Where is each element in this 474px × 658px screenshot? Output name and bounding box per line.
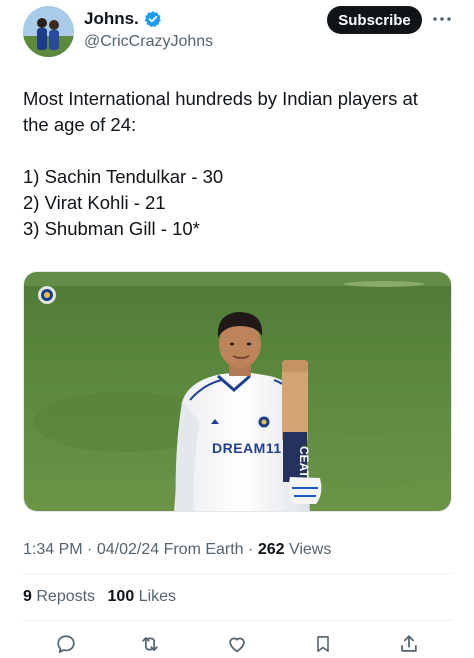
engagement-stats: 9 Reposts 100 Likes (23, 587, 176, 607)
share-icon[interactable] (396, 632, 422, 656)
jersey-sponsor-text: DREAM11 (212, 440, 282, 456)
tweet-line: 3) Shubman Gill - 10* (23, 218, 200, 239)
views-label: Views (288, 541, 332, 558)
reposts-count: 9 (23, 588, 32, 605)
repost-icon[interactable] (137, 632, 163, 656)
bat-sticker-text: CEAT (297, 446, 311, 478)
more-horizontal-icon[interactable] (431, 12, 453, 26)
avatar[interactable] (23, 6, 74, 57)
tweet-line: Most International hundreds by Indian pl… (23, 88, 418, 109)
divider (23, 573, 452, 574)
bookmark-icon[interactable] (310, 632, 336, 656)
author-name-row[interactable]: Johns. (84, 9, 162, 29)
meta-separator: · (87, 541, 97, 558)
tweet-line: the age of 24: (23, 114, 137, 135)
tweet-meta: 1:34 PM · 04/02/24 From Earth · 262 View… (23, 540, 331, 560)
tweet-line: 2) Virat Kohli - 21 (23, 192, 166, 213)
reposts-label: Reposts (36, 588, 96, 605)
views-count: 262 (257, 541, 285, 558)
tweet-time[interactable]: 1:34 PM (23, 541, 83, 558)
tweet-date[interactable]: 04/02/24 (97, 541, 159, 558)
tweet-line: 1) Sachin Tendulkar - 30 (23, 166, 224, 187)
meta-separator: · (248, 541, 258, 558)
reposts-stat[interactable]: 9 Reposts (23, 588, 95, 605)
author-display-name[interactable]: Johns. (84, 9, 139, 29)
likes-label: Likes (138, 588, 177, 605)
tweet-text: Most International hundreds by Indian pl… (23, 86, 463, 242)
subscribe-button[interactable]: Subscribe (327, 6, 422, 34)
likes-stat[interactable]: 100 Likes (108, 588, 177, 605)
likes-count: 100 (107, 588, 135, 605)
verified-badge-icon (144, 10, 162, 28)
tweet-media-image[interactable]: DREAM11 CEAT (23, 271, 452, 512)
divider (23, 620, 452, 621)
like-icon[interactable] (224, 632, 250, 656)
tweet-source: From Earth (163, 541, 244, 558)
reply-icon[interactable] (53, 632, 79, 656)
author-handle[interactable]: @CricCrazyJohns (84, 32, 213, 52)
